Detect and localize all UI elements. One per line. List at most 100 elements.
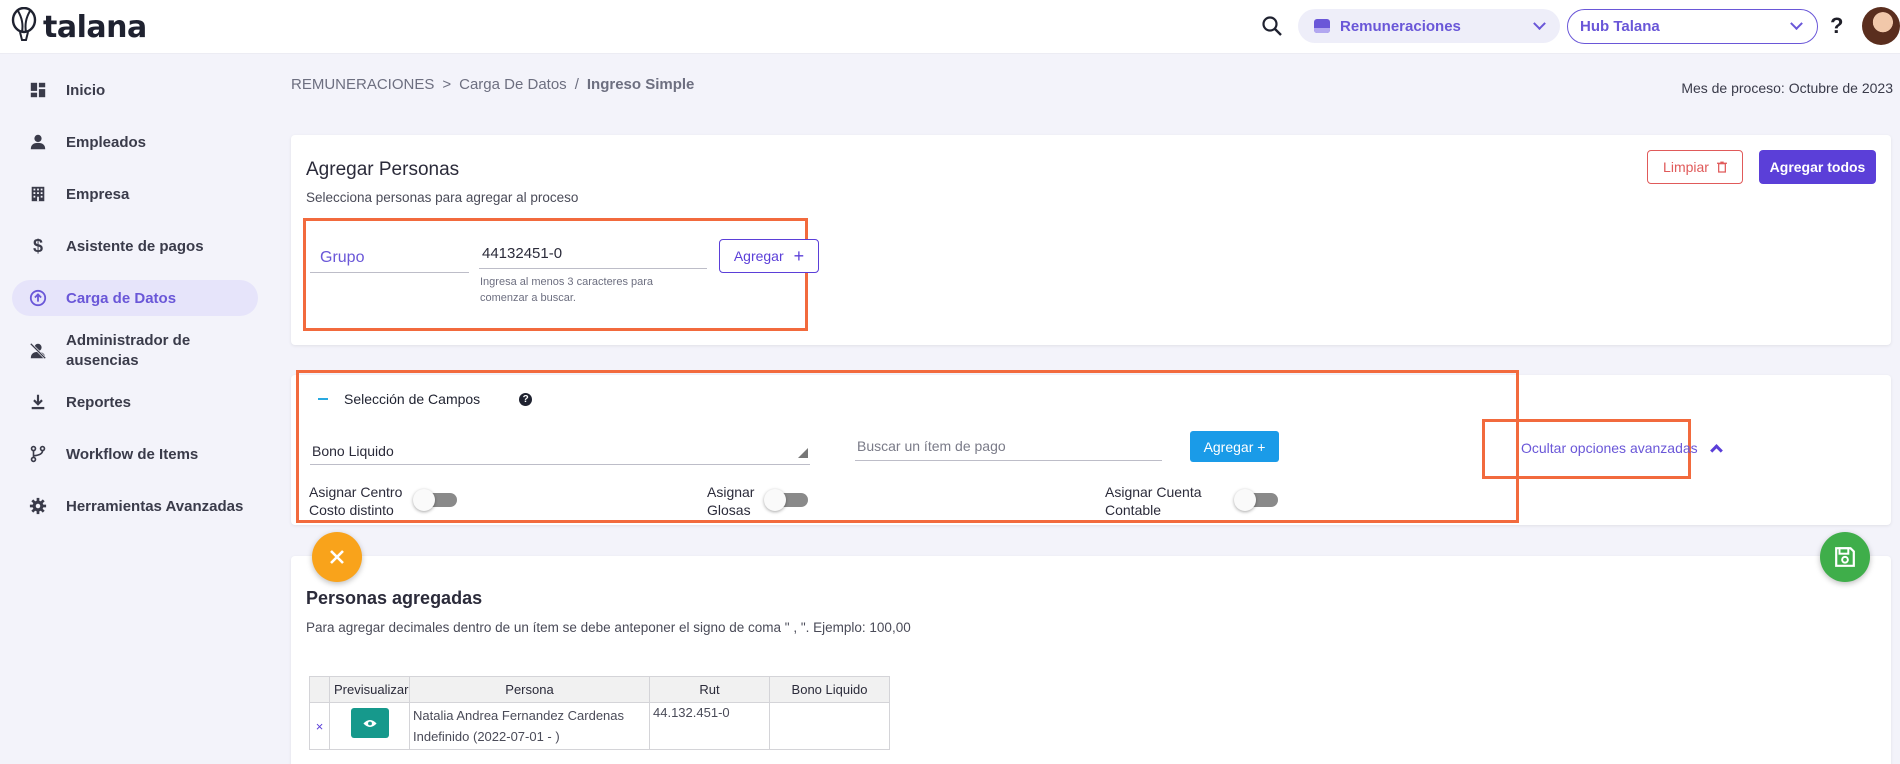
agregar-personas-title: Agregar Personas	[306, 159, 460, 180]
module-selector[interactable]: Remuneraciones	[1298, 9, 1560, 43]
column-header: Bono Liquido	[769, 676, 890, 703]
seleccion-campos-title: Selección de Campos	[344, 391, 481, 407]
sidebar-item-label: Reportes	[66, 393, 132, 411]
eye-icon	[362, 719, 377, 727]
upload-icon	[28, 288, 48, 308]
download-icon	[28, 392, 48, 412]
sidebar: Inicio Empleados Empresa $ Asistente de …	[0, 54, 270, 764]
sidebar-item-label: Empresa	[66, 185, 130, 203]
column-header: Rut	[649, 676, 770, 703]
bono-liquido-cell[interactable]	[769, 702, 890, 750]
rut-hint: Ingresa al menos 3 caracteres para comen…	[480, 276, 654, 304]
close-icon	[330, 550, 344, 564]
table-row: × Natalia Andrea Fernandez Cardenas Inde…	[309, 702, 890, 750]
item-select[interactable]: Bono Liquido	[310, 437, 810, 465]
agregar-item-button[interactable]: Agregar +	[1190, 431, 1279, 462]
glosas-toggle[interactable]	[764, 489, 808, 511]
breadcrumb-separator: >	[442, 76, 452, 93]
top-bar: talana Remuneraciones Hub Talana ?	[0, 0, 1900, 54]
table-header-row: Previsualizar Persona Rut Bono Liquido	[309, 676, 890, 703]
person-off-icon	[28, 341, 48, 361]
agregar-personas-card: Agregar Personas Selecciona personas par…	[291, 135, 1891, 345]
workflow-icon	[28, 444, 48, 464]
plus-icon: +	[793, 246, 805, 266]
persona-contract: Indefinido (2022-07-01 - )	[413, 729, 560, 744]
column-header	[309, 676, 330, 703]
seleccion-campos-toggle[interactable]: Selección de Campos ?	[318, 391, 533, 407]
delete-row-icon[interactable]: ×	[309, 702, 330, 750]
breadcrumb: REMUNERACIONES > Carga De Datos / Ingres…	[291, 76, 694, 93]
dashboard-icon	[28, 80, 48, 100]
sidebar-item-label: Administrador de ausencias	[66, 332, 191, 369]
agregar-button[interactable]: Agregar +	[719, 239, 819, 273]
decimal-hint: Para agregar decimales dentro de un ítem…	[306, 620, 911, 635]
switch-label-glosas: Asignar Glosas	[707, 484, 755, 518]
hub-selector[interactable]: Hub Talana	[1567, 9, 1818, 44]
avatar[interactable]	[1862, 7, 1900, 45]
sidebar-item-label: Herramientas Avanzadas	[66, 497, 244, 515]
process-month: Mes de proceso: Octubre de 2023	[1681, 80, 1893, 96]
switch-label-centro-costo: Asignar Centro Costo distinto	[309, 484, 403, 518]
sidebar-item-empresa[interactable]: Empresa	[12, 176, 258, 212]
gear-icon	[28, 496, 48, 516]
sidebar-item-label: Empleados	[66, 133, 147, 151]
chevron-up-icon	[1709, 444, 1723, 457]
personas-agregadas-card: Personas agregadas Para agregar decimale…	[291, 556, 1891, 764]
sidebar-item-label: Inicio	[66, 81, 106, 99]
limpiar-label: Limpiar	[1663, 159, 1709, 175]
cuenta-contable-toggle[interactable]	[1234, 489, 1278, 511]
sidebar-item-herramientas[interactable]: Herramientas Avanzadas	[12, 488, 258, 524]
column-header: Persona	[409, 676, 650, 703]
switch-label-cuenta-contable: Asignar Cuenta Contable	[1105, 484, 1202, 518]
agregar-todos-button[interactable]: Agregar todos	[1759, 150, 1876, 184]
dollar-icon: $	[32, 235, 43, 256]
agregar-label: Agregar	[733, 248, 784, 264]
agregar-personas-subtitle: Selecciona personas para agregar al proc…	[306, 190, 579, 205]
talana-logo[interactable]: talana	[10, 7, 147, 46]
preview-button[interactable]	[350, 708, 389, 738]
trash-icon	[1716, 161, 1727, 173]
sidebar-item-inicio[interactable]: Inicio	[12, 72, 258, 108]
breadcrumb-current: Ingreso Simple	[586, 76, 695, 93]
person-icon	[28, 132, 48, 152]
building-icon	[28, 184, 48, 204]
seleccion-campos-card: Selección de Campos ? Bono Liquido Agreg…	[291, 370, 1891, 525]
save-fab-button[interactable]	[1820, 532, 1870, 582]
breadcrumb-middle[interactable]: Carga De Datos	[459, 76, 567, 93]
sidebar-item-reportes[interactable]: Reportes	[12, 384, 258, 420]
persona-cell: Natalia Andrea Fernandez Cardenas Indefi…	[409, 702, 650, 750]
sidebar-item-label: Carga de Datos	[66, 289, 177, 307]
breadcrumb-root[interactable]: REMUNERACIONES	[291, 76, 434, 93]
cancel-fab-button[interactable]	[312, 532, 362, 582]
breadcrumb-separator: /	[574, 76, 579, 93]
module-label: Remuneraciones	[1340, 17, 1461, 35]
module-icon	[1314, 19, 1330, 33]
sidebar-item-asistente-pagos[interactable]: $ Asistente de pagos	[12, 228, 258, 264]
sidebar-item-label: Asistente de pagos	[66, 237, 204, 255]
save-icon	[1835, 547, 1855, 567]
buscar-item-input[interactable]	[855, 431, 1162, 461]
rut-search-input[interactable]	[479, 239, 707, 269]
sidebar-item-empleados[interactable]: Empleados	[12, 124, 258, 160]
search-icon[interactable]	[1260, 14, 1284, 38]
persona-name: Natalia Andrea Fernandez Cardenas	[413, 708, 625, 723]
collapse-icon	[318, 398, 328, 400]
personas-agregadas-title: Personas agregadas	[306, 588, 483, 608]
help-icon[interactable]: ?	[1830, 13, 1848, 39]
sidebar-item-ausencias[interactable]: Administrador de ausencias	[12, 326, 258, 376]
limpiar-button[interactable]: Limpiar	[1647, 150, 1743, 184]
ocultar-label: Ocultar opciones avanzadas	[1521, 440, 1698, 456]
hub-label: Hub Talana	[1580, 18, 1660, 35]
balloon-icon	[11, 7, 37, 41]
sidebar-item-workflow[interactable]: Workflow de Items	[12, 436, 258, 472]
help-icon[interactable]: ?	[519, 392, 533, 406]
grupo-selector[interactable]: Grupo	[310, 243, 469, 273]
sidebar-item-label: Workflow de Items	[66, 445, 199, 463]
ocultar-opciones-avanzadas-link[interactable]: Ocultar opciones avanzadas	[1521, 440, 1723, 457]
column-header: Previsualizar	[329, 676, 410, 703]
centro-costo-toggle[interactable]	[413, 489, 457, 511]
dropdown-resize-icon	[798, 448, 808, 458]
preview-cell	[329, 702, 410, 750]
logo-text: talana	[43, 9, 147, 45]
sidebar-item-carga-datos[interactable]: Carga de Datos	[12, 280, 258, 316]
